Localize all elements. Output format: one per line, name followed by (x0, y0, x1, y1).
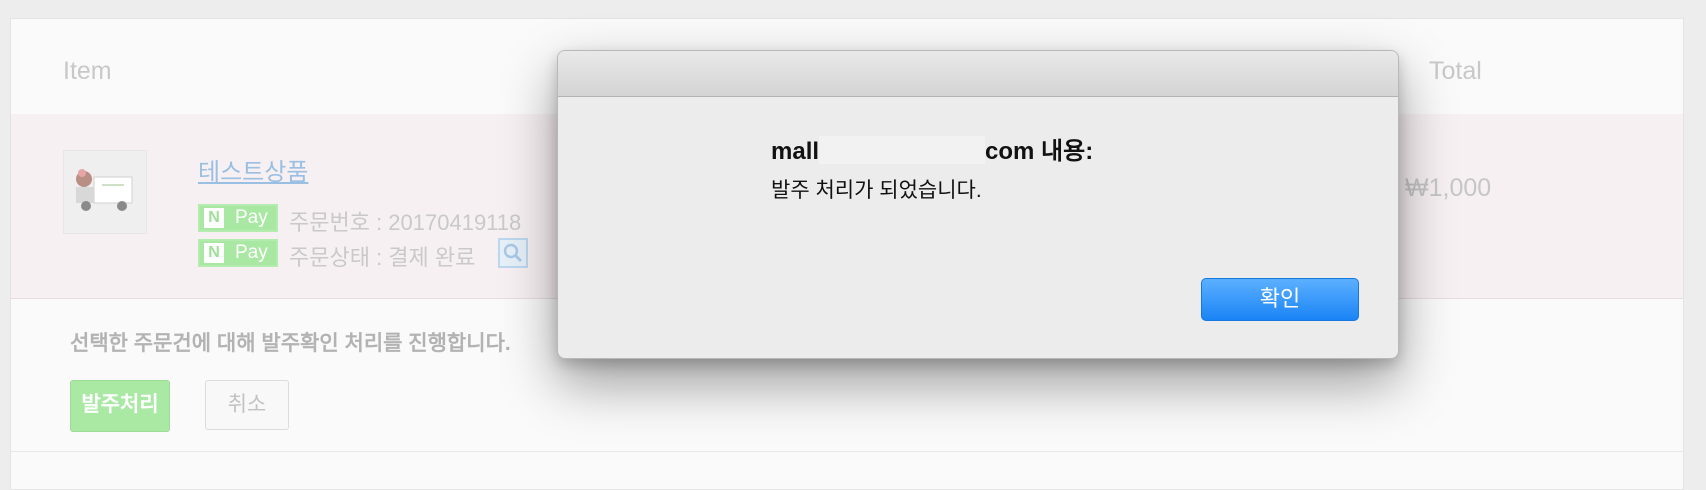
dialog-title: mall com 내용: (771, 136, 1094, 165)
redacted-region (819, 136, 986, 164)
column-header-total: Total (1429, 57, 1482, 85)
process-notice: 선택한 주문건에 대해 발주확인 처리를 진행합니다. (70, 332, 511, 355)
order-status: 주문상태 : 결제 완료 (289, 245, 476, 270)
divider (11, 451, 1683, 452)
alert-dialog: mall com 내용: 발주 처리가 되었습니다. 확인 (557, 50, 1399, 359)
product-name-link[interactable]: 테스트상품 (198, 152, 308, 187)
order-number: 주문번호 : 20170419118 (289, 210, 522, 235)
npay-badge: N Pay (198, 204, 278, 232)
order-number-line: N Pay 주문번호 : 20170419118 (198, 204, 521, 235)
naver-n-icon: N (204, 208, 224, 228)
order-status-line: N Pay 주문상태 : 결제 완료 (198, 238, 528, 270)
confirm-button[interactable]: 확인 (1201, 278, 1359, 321)
npay-badge: N Pay (198, 239, 278, 267)
cancel-button[interactable]: 취소 (205, 380, 289, 430)
dialog-titlebar[interactable] (558, 51, 1398, 97)
search-icon[interactable] (498, 238, 528, 268)
product-thumbnail[interactable] (63, 150, 147, 234)
naver-n-icon: N (204, 243, 224, 263)
order-total-price: ₩1,000 (1405, 174, 1492, 202)
truck-icon (76, 169, 133, 211)
process-order-button[interactable]: 발주처리 (70, 380, 170, 432)
column-header-item: Item (63, 57, 112, 85)
dialog-message: 발주 처리가 되었습니다. (771, 179, 982, 202)
